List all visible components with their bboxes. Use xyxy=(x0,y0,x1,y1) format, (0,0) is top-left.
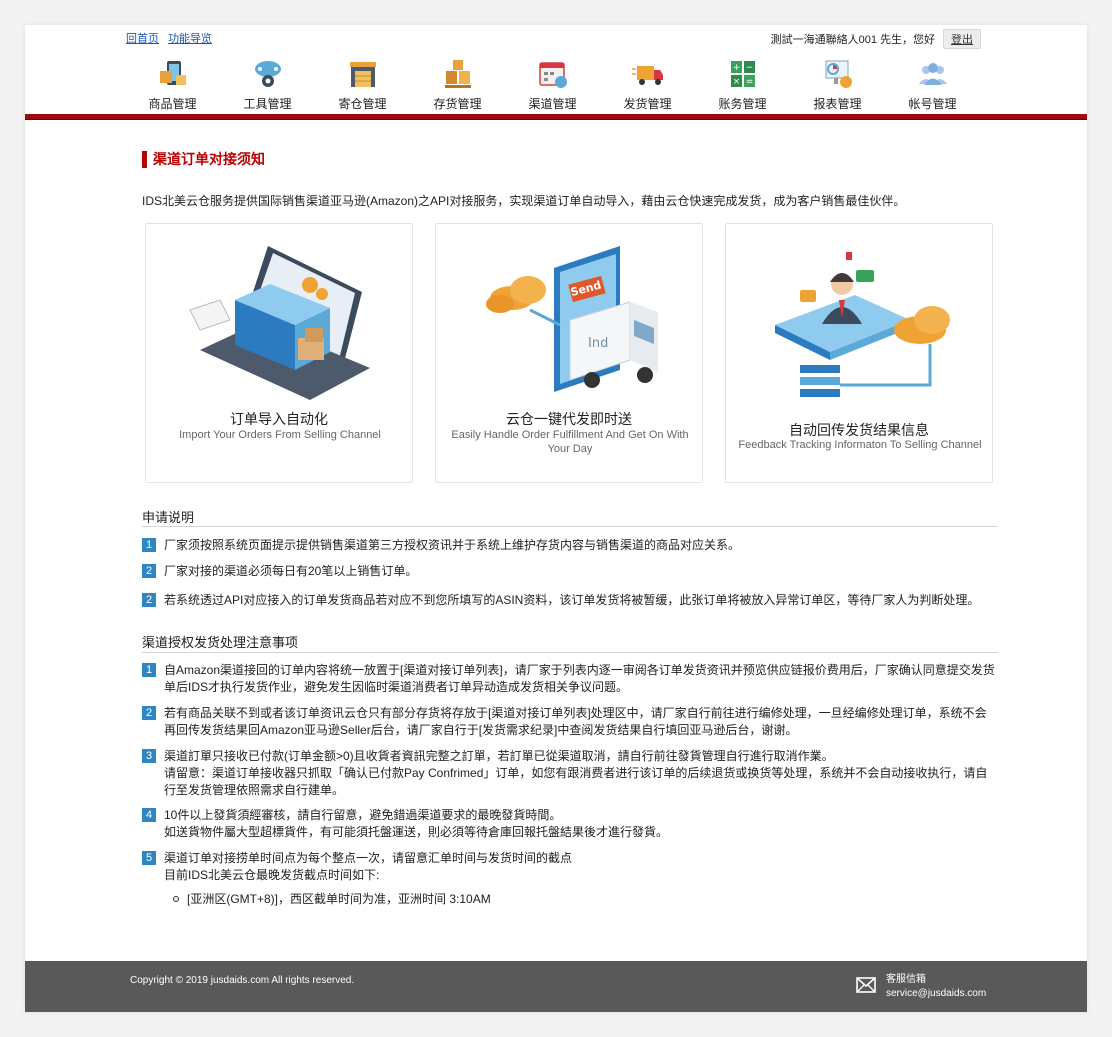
card-subtitle: Import Your Orders From Selling Channel xyxy=(179,429,381,441)
card-title: 云仓一键代发即时送 xyxy=(506,411,632,427)
home-link[interactable]: 回首页 xyxy=(126,33,159,45)
nav-item-inventory[interactable]: 存货管理 xyxy=(410,57,505,112)
fulfillment-truck-illustration: Send Ind xyxy=(486,246,658,392)
nav-item-warehouse[interactable]: 寄仓管理 xyxy=(315,57,410,112)
card-subtitle: Feedback Tracking Informaton To Selling … xyxy=(738,439,982,451)
notes-heading: 渠道授权发货处理注意事项 xyxy=(142,635,299,650)
nav-label: 存货管理 xyxy=(433,97,482,111)
nav-label: 寄仓管理 xyxy=(338,97,387,111)
list-item: 4 10件以上發貨須經審核，請自行留意，避免錯過渠道要求的最晚發貨時間。 如送貨… xyxy=(142,807,998,841)
inventory-icon xyxy=(444,60,471,88)
main-nav: 商品管理 工具管理 寄仓管理 存货管理 渠道管理 发货管理 + − × = 账务… xyxy=(125,57,980,112)
item-number: 3 xyxy=(142,749,156,763)
service-email[interactable]: service@jusdaids.com xyxy=(886,987,986,1001)
shipping-icon xyxy=(631,66,663,85)
service-contact: 客服信箱 service@jusdaids.com xyxy=(886,973,986,1001)
list-item: 2 若系统透过API对应接入的订单发货商品若对应不到您所填写的ASIN资料，该订… xyxy=(142,592,998,609)
user-area: 測試一海通聯絡人001 先生，您好 登出 xyxy=(771,29,981,49)
item-text: 10件以上發貨須經審核，請自行留意，避免錯過渠道要求的最晚發貨時間。 如送貨物件… xyxy=(164,807,998,841)
card-title: 自动回传发货结果信息 xyxy=(789,422,929,438)
user-greeting: 測試一海通聯絡人001 先生，您好 xyxy=(770,34,935,46)
nav-label: 帐号管理 xyxy=(908,97,957,111)
nav-item-report[interactable]: 报表管理 xyxy=(790,57,885,112)
truck-text: Ind xyxy=(588,336,608,351)
item-line: 10件以上發貨須經審核，請自行留意，避免錯過渠道要求的最晚發貨時間。 xyxy=(164,808,562,822)
divider xyxy=(142,526,998,527)
cutoff-text: [亚洲区(GMT+8)]，西区截单时间为准，亚洲时间 3:10AM xyxy=(187,892,491,906)
accounting-icon: + − × = xyxy=(730,61,755,87)
page-title: 渠道订单对接须知 xyxy=(142,151,265,168)
nav-label: 发货管理 xyxy=(623,97,672,111)
svg-text:+: + xyxy=(732,63,740,73)
cutoff-bullet: [亚洲区(GMT+8)]，西区截单时间为准，亚洲时间 3:10AM xyxy=(173,890,491,907)
list-item: 2 厂家对接的渠道必须每日有20笔以上销售订单。 xyxy=(142,563,998,580)
nav-label: 报表管理 xyxy=(813,97,862,111)
divider xyxy=(142,652,998,653)
svg-text:−: − xyxy=(745,63,753,73)
card-title: 订单导入自动化 xyxy=(230,411,328,427)
warehouse-icon xyxy=(349,62,376,87)
feature-guide-link[interactable]: 功能导览 xyxy=(168,33,212,45)
mail-icon xyxy=(856,977,876,993)
item-number: 4 xyxy=(142,808,156,822)
item-number: 2 xyxy=(142,706,156,720)
item-text: 厂家须按照系统页面提示提供销售渠道第三方授权资讯并于系统上维护存货内容与销售渠道… xyxy=(164,538,741,552)
item-line: 请留意：渠道订单接收器只抓取「确认已付款Pay Confrimed」订单，如您有… xyxy=(164,766,988,797)
feature-card-fulfillment: Send Ind 云仓一键代发即时送 Easily Handle Order F… xyxy=(435,223,703,483)
item-number: 2 xyxy=(142,593,156,607)
item-line: 渠道订单对接捞单时间点为每个整点一次，请留意汇单时间与发货时间的截点 xyxy=(164,851,573,865)
item-number: 2 xyxy=(142,564,156,578)
nav-item-account[interactable]: 帐号管理 xyxy=(885,57,980,112)
order-import-illustration xyxy=(189,246,370,400)
nav-item-channel[interactable]: 渠道管理 xyxy=(505,57,600,112)
tools-icon xyxy=(254,61,281,87)
nav-label: 账务管理 xyxy=(718,97,767,111)
feature-card-import: 订单导入自动化 Import Your Orders From Selling … xyxy=(145,223,413,483)
feedback-tracking-illustration xyxy=(775,252,950,397)
service-label: 客服信箱 xyxy=(886,974,926,985)
intro-text: IDS北美云仓服务提供国际销售渠道亚马逊(Amazon)之API对接服务，实现渠… xyxy=(142,194,906,208)
application-heading: 申请说明 xyxy=(142,510,195,525)
item-number: 1 xyxy=(142,538,156,552)
svg-text:=: = xyxy=(745,77,753,87)
channel-icon xyxy=(538,62,567,88)
svg-text:×: × xyxy=(732,77,740,87)
item-line: 目前IDS北美云仓最晚发货截点时间如下: xyxy=(164,868,380,882)
item-text: 自Amazon渠道接回的订单内容将统一放置于[渠道对接订单列表]，请厂家于列表内… xyxy=(164,663,995,694)
nav-label: 商品管理 xyxy=(148,97,197,111)
nav-item-product[interactable]: 商品管理 xyxy=(125,57,220,112)
list-item: 1 自Amazon渠道接回的订单内容将统一放置于[渠道对接订单列表]，请厂家于列… xyxy=(142,662,998,696)
nav-label: 渠道管理 xyxy=(528,97,577,111)
feature-card-feedback: 自动回传发货结果信息 Feedback Tracking Informaton … xyxy=(725,223,993,483)
nav-label: 工具管理 xyxy=(243,97,292,111)
feature-cards: 订单导入自动化 Import Your Orders From Selling … xyxy=(145,223,1015,483)
list-item: 2 若有商品关联不到或者该订单资讯云仓只有部分存货将存放于[渠道对接订单列表]处… xyxy=(142,705,998,739)
page-container: 回首页 功能导览 測試一海通聯絡人001 先生，您好 登出 商品管理 工具管理 xyxy=(25,25,1087,1012)
item-number: 1 xyxy=(142,663,156,677)
logout-button[interactable]: 登出 xyxy=(943,29,981,49)
item-text: 渠道訂單只接收已付款(订单金额>0)且收貨者資訊完整之訂單，若訂單已從渠道取消，… xyxy=(164,748,998,799)
card-subtitle: Easily Handle Order Fulfillment And Get … xyxy=(451,429,689,455)
header-divider xyxy=(25,114,1087,120)
nav-item-tools[interactable]: 工具管理 xyxy=(220,57,315,112)
item-text: 若系统透过API对应接入的订单发货商品若对应不到您所填写的ASIN资料，该订单发… xyxy=(164,593,980,607)
top-links: 回首页 功能导览 xyxy=(126,30,218,46)
item-line: 渠道訂單只接收已付款(订单金额>0)且收貨者資訊完整之訂單，若訂單已從渠道取消，… xyxy=(164,749,834,763)
item-line: 如送貨物件屬大型超標貨件，有可能須托盤運送，則必須等待倉庫回報托盤結果後才進行發… xyxy=(164,825,669,839)
nav-item-shipping[interactable]: 发货管理 xyxy=(600,57,695,112)
account-icon xyxy=(918,63,947,85)
item-text: 若有商品关联不到或者该订单资讯云仓只有部分存货将存放于[渠道对接订单列表]处理区… xyxy=(164,706,987,737)
copyright: Copyright © 2019 jusdaids.com All rights… xyxy=(130,975,355,986)
footer: Copyright © 2019 jusdaids.com All rights… xyxy=(25,961,1087,1012)
item-text: 渠道订单对接捞单时间点为每个整点一次，请留意汇单时间与发货时间的截点 目前IDS… xyxy=(164,850,998,884)
list-item: 1 厂家须按照系统页面提示提供销售渠道第三方授权资讯并于系统上维护存货内容与销售… xyxy=(142,537,998,554)
nav-item-accounting[interactable]: + − × = 账务管理 xyxy=(695,57,790,112)
list-item: 5 渠道订单对接捞单时间点为每个整点一次，请留意汇单时间与发货时间的截点 目前I… xyxy=(142,850,998,884)
report-icon xyxy=(825,60,852,88)
item-text: 厂家对接的渠道必须每日有20笔以上销售订单。 xyxy=(164,564,418,578)
product-icon xyxy=(159,61,186,85)
list-item: 3 渠道訂單只接收已付款(订单金额>0)且收貨者資訊完整之訂單，若訂單已從渠道取… xyxy=(142,748,998,799)
item-number: 5 xyxy=(142,851,156,865)
bullet-icon xyxy=(173,895,179,902)
